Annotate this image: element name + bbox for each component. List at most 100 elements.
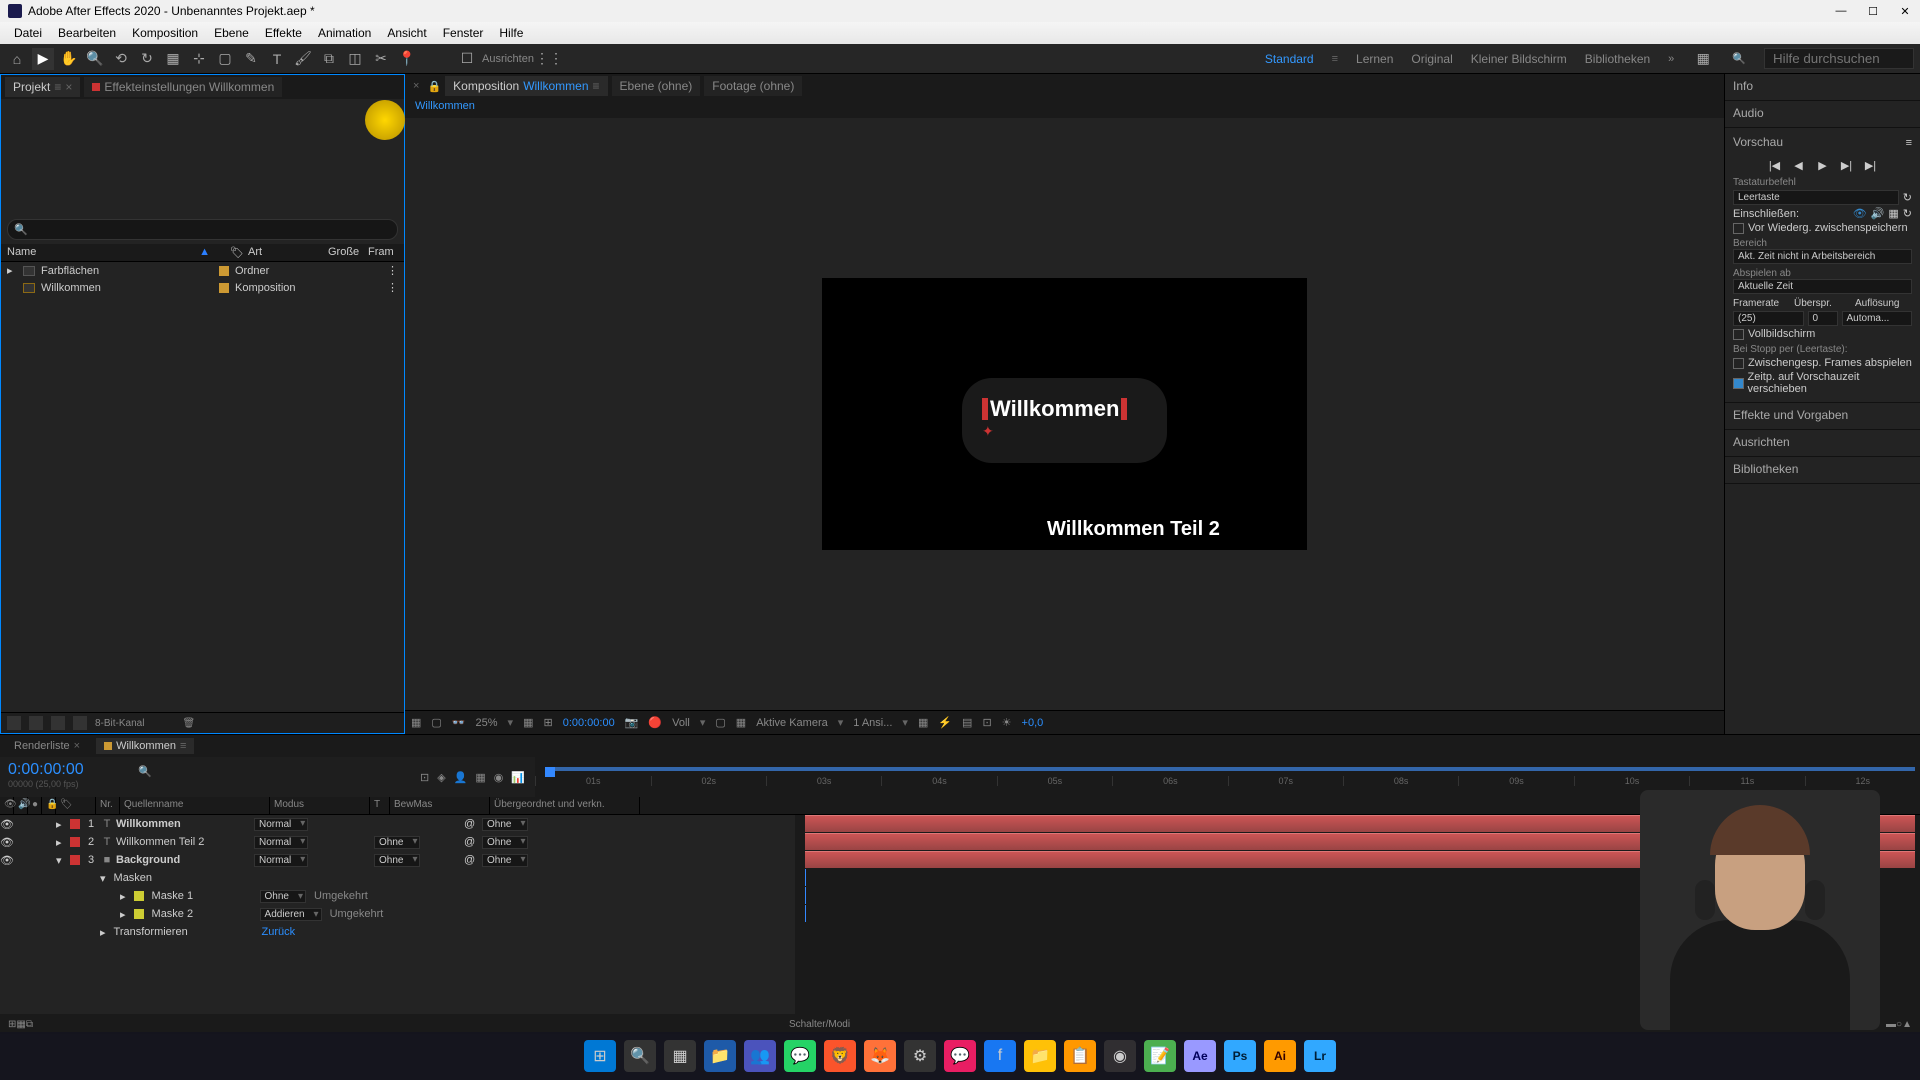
expand-icon[interactable]: ▸ bbox=[7, 264, 17, 277]
after-effects-icon[interactable]: Ae bbox=[1184, 1040, 1216, 1072]
menu-fenster[interactable]: Fenster bbox=[435, 24, 492, 42]
mode-dropdown[interactable]: Normal bbox=[254, 854, 308, 867]
mode-dropdown[interactable]: Normal bbox=[254, 818, 308, 831]
snap-opts-icon[interactable]: ⋮⋮ bbox=[538, 48, 560, 70]
zoom-out-icon[interactable]: ▬ bbox=[1886, 1019, 1896, 1030]
comp-timecode[interactable]: 0:00:00:00 bbox=[563, 717, 615, 729]
menu-komposition[interactable]: Komposition bbox=[124, 24, 206, 42]
eye-column-icon[interactable]: 👁 bbox=[0, 797, 14, 814]
hand-tool[interactable]: ✋ bbox=[58, 48, 80, 70]
skip-dropdown[interactable]: 0 bbox=[1808, 311, 1838, 326]
pen-tool[interactable]: ✎ bbox=[240, 48, 262, 70]
shortcut-dropdown[interactable]: Leertaste bbox=[1733, 190, 1899, 205]
res-dropdown[interactable]: Automa... bbox=[1842, 311, 1913, 326]
camera-dropdown[interactable]: Aktive Kamera bbox=[756, 717, 828, 729]
text-tool[interactable]: T bbox=[266, 48, 288, 70]
col-art[interactable]: Art bbox=[248, 246, 328, 259]
toggle-in-out-icon[interactable]: ⧉ bbox=[26, 1019, 33, 1030]
fullscreen-checkbox[interactable] bbox=[1733, 329, 1744, 340]
task-view-button[interactable]: ▦ bbox=[664, 1040, 696, 1072]
whatsapp-icon[interactable]: 💬 bbox=[784, 1040, 816, 1072]
next-frame-button[interactable]: ▶| bbox=[1839, 157, 1855, 173]
shy-icon[interactable]: 👤 bbox=[454, 771, 468, 784]
mask-color-icon[interactable] bbox=[134, 891, 144, 901]
visibility-toggle[interactable]: 👁 bbox=[0, 836, 14, 849]
layer-name[interactable]: Willkommen Teil 2 bbox=[114, 836, 254, 848]
last-frame-button[interactable]: ▶| bbox=[1863, 157, 1879, 173]
messenger-icon[interactable]: 💬 bbox=[944, 1040, 976, 1072]
mask-name[interactable]: Maske 1 bbox=[152, 890, 252, 902]
close-button[interactable]: ✕ bbox=[1898, 4, 1912, 18]
mask-mode-dropdown[interactable]: Addieren bbox=[260, 908, 322, 921]
timeline-icon[interactable]: ▤ bbox=[962, 716, 972, 729]
menu-ansicht[interactable]: Ansicht bbox=[379, 24, 434, 42]
clone-tool[interactable]: ⧉ bbox=[318, 48, 340, 70]
tab-footage[interactable]: Footage (ohne) bbox=[704, 76, 802, 96]
tab-close-icon[interactable]: × bbox=[409, 80, 423, 92]
files-icon[interactable]: 📁 bbox=[1024, 1040, 1056, 1072]
col-name[interactable]: Name bbox=[7, 246, 199, 259]
col-groesse[interactable]: Große bbox=[328, 246, 368, 259]
selection-tool[interactable]: ▶ bbox=[32, 48, 54, 70]
inverted-label[interactable]: Umgekehrt bbox=[314, 890, 368, 902]
tab-komposition[interactable]: Komposition Willkommen ≡ bbox=[445, 76, 607, 96]
expand-icon[interactable]: ▸ bbox=[120, 908, 126, 921]
explorer-icon[interactable]: 📁 bbox=[704, 1040, 736, 1072]
comp-breadcrumb[interactable]: Willkommen bbox=[405, 98, 1724, 118]
lightroom-icon[interactable]: Lr bbox=[1304, 1040, 1336, 1072]
effects-panel-header[interactable]: Effekte und Vorgaben bbox=[1725, 403, 1920, 430]
item-menu-icon[interactable]: ⋮ bbox=[387, 281, 398, 294]
expand-icon[interactable]: ▸ bbox=[120, 890, 126, 903]
3d-icon[interactable]: 👓 bbox=[452, 716, 466, 729]
workspace-kleiner[interactable]: Kleiner Bildschirm bbox=[1471, 52, 1567, 66]
col-fram[interactable]: Fram bbox=[368, 246, 398, 259]
audio-panel-header[interactable]: Audio bbox=[1725, 101, 1920, 128]
trkmat-dropdown[interactable]: Ohne bbox=[374, 836, 420, 849]
zoom-in-icon[interactable]: ▲ bbox=[1902, 1019, 1912, 1030]
mask-2-row[interactable]: ▸ Maske 2 Addieren Umgekehrt bbox=[0, 905, 795, 923]
views-dropdown[interactable]: 1 Ansi... bbox=[853, 717, 892, 729]
col-bewmas[interactable]: BewMas bbox=[390, 797, 490, 814]
new-folder-icon[interactable] bbox=[29, 716, 43, 730]
audio-icon[interactable]: 🔊 bbox=[1871, 207, 1885, 220]
layer-row-3[interactable]: 👁 ▾ 3 ■ Background Normal Ohne @ Ohne bbox=[0, 851, 795, 869]
channel-icon[interactable]: 🔴 bbox=[648, 716, 662, 729]
snapshot-icon[interactable]: 📷 bbox=[625, 716, 639, 729]
exposure-value[interactable]: +0,0 bbox=[1022, 717, 1044, 729]
shape-tool[interactable]: ▢ bbox=[214, 48, 236, 70]
fast-icon[interactable]: ⚡ bbox=[938, 716, 952, 729]
new-comp-icon[interactable] bbox=[51, 716, 65, 730]
parent-dropdown[interactable]: Ohne bbox=[482, 854, 528, 867]
timecode-display[interactable]: 0:00:00:00 bbox=[8, 761, 122, 779]
zoom-tool[interactable]: 🔍 bbox=[84, 48, 106, 70]
workspace-menu-icon[interactable]: ≡ bbox=[1332, 53, 1338, 65]
transparency-icon[interactable]: ▦ bbox=[736, 716, 746, 729]
orbit-tool[interactable]: ⟲ bbox=[110, 48, 132, 70]
menu-hilfe[interactable]: Hilfe bbox=[491, 24, 531, 42]
flowchart-icon[interactable]: ⊡ bbox=[982, 716, 991, 729]
col-modus[interactable]: Modus bbox=[270, 797, 370, 814]
workspace-standard[interactable]: Standard bbox=[1265, 52, 1314, 66]
maximize-button[interactable]: ☐ bbox=[1866, 4, 1880, 18]
lock-icon[interactable]: 🔒 bbox=[427, 80, 441, 93]
mode-dropdown[interactable]: Normal bbox=[254, 836, 308, 849]
trash-icon[interactable]: 🗑 bbox=[182, 718, 195, 729]
solo-column-icon[interactable]: ● bbox=[28, 797, 42, 814]
menu-bearbeiten[interactable]: Bearbeiten bbox=[50, 24, 124, 42]
toggle-switches-icon[interactable]: ⊞ bbox=[8, 1019, 16, 1030]
expand-icon[interactable]: ▸ bbox=[100, 926, 106, 939]
project-item-folder[interactable]: ▸ Farbflächen Ordner ⋮ bbox=[1, 262, 404, 279]
parent-dropdown[interactable]: Ohne bbox=[482, 818, 528, 831]
mask-icon[interactable]: ▢ bbox=[431, 716, 441, 729]
camera-tool[interactable]: ▦ bbox=[162, 48, 184, 70]
teams-icon[interactable]: 👥 bbox=[744, 1040, 776, 1072]
composition-viewer[interactable]: ✦ Willkommen Willkommen Teil 2 bbox=[405, 118, 1724, 710]
anchor-tool[interactable]: ⊹ bbox=[188, 48, 210, 70]
col-ueber[interactable]: Übergeordnet und verkn. bbox=[490, 797, 640, 814]
grid-icon[interactable]: ⊞ bbox=[543, 716, 552, 729]
inverted-label[interactable]: Umgekehrt bbox=[330, 908, 384, 920]
expand-icon[interactable]: ▸ bbox=[56, 818, 68, 831]
tag-icon[interactable]: 🏷 bbox=[230, 246, 248, 259]
obs-icon[interactable]: ◉ bbox=[1104, 1040, 1136, 1072]
photoshop-icon[interactable]: Ps bbox=[1224, 1040, 1256, 1072]
